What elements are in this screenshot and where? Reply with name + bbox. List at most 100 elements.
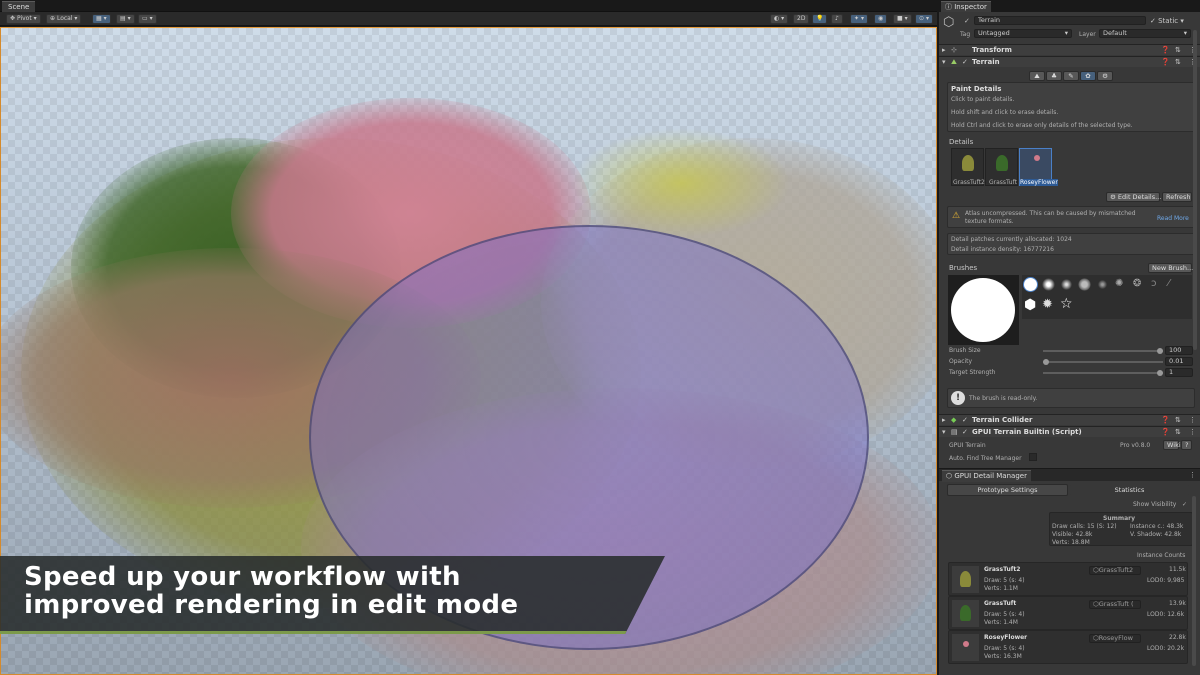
vshadow-text: V. Shadow: 42.8k <box>1130 531 1182 538</box>
inspector-tab[interactable]: ⓘ Inspector <box>941 1 991 12</box>
brush-swirl[interactable]: ↄ <box>1151 278 1157 289</box>
read-more-link[interactable]: Read More <box>1157 215 1189 222</box>
prototype-ref-field[interactable]: ⬡GrassTuft2 <box>1089 566 1141 575</box>
brush-burst[interactable]: ✹ <box>1042 297 1053 312</box>
terrain-component-header[interactable]: ▾ ⛰ ✓ Terrain ❓ ⇅ ⋮ <box>939 56 1200 67</box>
2d-toggle[interactable]: 2D <box>793 14 810 24</box>
help-icon[interactable]: ❓ <box>1161 428 1170 436</box>
instance-row-roseyflower[interactable]: RoseyFlower Draw: 5 (s: 4) Verts: 16.3M … <box>948 630 1188 664</box>
brush-size-slider[interactable] <box>1043 346 1163 356</box>
brush-splat[interactable]: ✺ <box>1115 278 1123 289</box>
target-strength-slider[interactable] <box>1043 368 1163 378</box>
paint-trees-tool[interactable]: ♣ <box>1046 71 1062 81</box>
instance-row-grasstuft[interactable]: GrassTuft Draw: 5 (s: 4) Verts: 1.4M ⬡Gr… <box>948 596 1188 630</box>
raise-terrain-tool[interactable]: ⛰ <box>1029 71 1045 81</box>
show-visibility-checkbox[interactable]: ✓ <box>1182 501 1187 508</box>
layer-value: Default <box>1103 29 1127 37</box>
menu-icon[interactable]: ⋮ <box>1189 428 1196 436</box>
paint-details-tool[interactable]: ✿ <box>1080 71 1096 81</box>
effects-toggle[interactable]: ✦ ▾ <box>850 14 868 24</box>
layer-dropdown[interactable]: Default ▾ <box>1099 29 1191 38</box>
refresh-button[interactable]: Refresh <box>1162 192 1192 202</box>
foldout-arrow-icon[interactable]: ▸ <box>942 416 946 424</box>
prototype-ref-field[interactable]: ⬡RoseyFlow <box>1089 634 1141 643</box>
lighting-toggle[interactable]: 💡 <box>812 14 828 24</box>
brush-faint[interactable] <box>1096 278 1109 291</box>
statistics-tab[interactable]: Statistics <box>1069 484 1190 496</box>
menu-icon[interactable]: ⋮ <box>1189 471 1196 479</box>
wiki-label: Wiki <box>1167 441 1181 449</box>
hidden-objects-toggle[interactable]: ◉ <box>874 14 888 24</box>
brush-hexagon[interactable]: ⬢ <box>1024 297 1036 313</box>
preset-icon[interactable]: ⇅ <box>1175 58 1181 66</box>
snap-settings-button[interactable]: ▭ ▾ <box>138 14 157 24</box>
brush-size-knob[interactable] <box>1157 348 1163 354</box>
detail-thumb-grasstuft[interactable]: GrassTuft <box>985 148 1018 186</box>
transform-component-header[interactable]: ▸ ⊹ Transform ❓ ⇅ ⋮ <box>939 44 1200 55</box>
help-button[interactable]: ? <box>1181 440 1192 450</box>
find-tree-manager-checkbox[interactable] <box>1029 453 1037 461</box>
audio-toggle[interactable]: ♪ <box>831 14 843 24</box>
brush-noise[interactable] <box>1078 278 1091 291</box>
eye-icon: ◉ <box>878 15 884 22</box>
brush-stroke[interactable]: ⁄ <box>1168 278 1170 289</box>
preset-icon[interactable]: ⇅ <box>1175 46 1181 54</box>
local-dropdown[interactable]: ⊕ Local ▾ <box>46 14 82 24</box>
inspector-scrollbar[interactable] <box>1193 30 1197 350</box>
instance-count: 13.9k <box>1169 600 1186 607</box>
opacity-field[interactable]: 0.01 <box>1165 357 1193 366</box>
object-name-field[interactable]: Terrain <box>974 16 1146 25</box>
menu-icon[interactable]: ⋮ <box>1189 416 1196 424</box>
tag-dropdown[interactable]: Untagged ▾ <box>974 29 1072 38</box>
detail-thumb-grasstuft2[interactable]: GrassTuft2 <box>951 148 985 186</box>
target-strength-field[interactable]: 1 <box>1165 368 1193 377</box>
gpui-script-header[interactable]: ▾ ▤ ✓ GPUI Terrain Builtin (Script) ❓ ⇅ … <box>939 426 1200 437</box>
foldout-arrow-icon[interactable]: ▾ <box>942 58 946 66</box>
help-icon[interactable]: ❓ <box>1161 46 1170 54</box>
brush-soft-circle[interactable] <box>1042 278 1055 291</box>
scene-tab[interactable]: Scene <box>2 1 36 12</box>
active-checkbox[interactable]: ✓ <box>964 17 970 25</box>
preset-icon[interactable]: ⇅ <box>1175 428 1181 436</box>
instance-lod: LOD0: 9,985 <box>1147 577 1185 584</box>
terrain-enabled-checkbox[interactable]: ✓ <box>962 58 968 66</box>
brush-star[interactable]: ☆ <box>1060 296 1073 312</box>
brush-small-soft[interactable] <box>1060 278 1073 291</box>
grid-snap-button[interactable]: ▦ ▾ <box>92 14 111 24</box>
collider-enabled-checkbox[interactable]: ✓ <box>962 416 968 424</box>
terrain-settings-tool[interactable]: ⚙ <box>1097 71 1113 81</box>
static-toggle[interactable]: ✓ Static ▾ <box>1150 17 1184 25</box>
instance-name: GrassTuft <box>984 600 1017 607</box>
target-strength-knob[interactable] <box>1157 370 1163 376</box>
foldout-arrow-icon[interactable]: ▾ <box>942 428 946 436</box>
detail-manager-tab[interactable]: ⬡ GPUI Detail Manager <box>942 470 1031 482</box>
new-brush-button[interactable]: New Brush... <box>1148 263 1193 273</box>
opacity-knob[interactable] <box>1043 359 1049 365</box>
gpui-enabled-checkbox[interactable]: ✓ <box>962 428 968 436</box>
detail-manager-scrollbar[interactable] <box>1192 496 1196 666</box>
opacity-value: 0.01 <box>1169 357 1184 365</box>
paint-trees-brush-tool[interactable]: ✎ <box>1063 71 1079 81</box>
detail-thumb-roseyflower[interactable]: RoseyFlower <box>1019 148 1058 186</box>
terrain-collider-header[interactable]: ▸ ◆ ✓ Terrain Collider ❓ ⇅ ⋮ <box>939 414 1200 425</box>
opacity-slider[interactable] <box>1043 357 1163 367</box>
brush-cloud[interactable]: ❂ <box>1133 278 1141 289</box>
help-icon[interactable]: ❓ <box>1161 416 1170 424</box>
instance-row-grasstuft2[interactable]: GrassTuft2 Draw: 5 (s: 4) Verts: 1.1M ⬡G… <box>948 562 1188 596</box>
brush-hard-circle[interactable] <box>1024 278 1037 291</box>
gizmos-button[interactable]: ⊙ ▾ <box>915 14 933 24</box>
camera-settings-button[interactable]: ■ ▾ <box>893 14 912 24</box>
pivot-dropdown[interactable]: ✥ Pivot ▾ <box>6 14 41 24</box>
wiki-button[interactable]: Wiki <box>1163 440 1181 450</box>
prototype-settings-tab[interactable]: Prototype Settings <box>947 484 1068 496</box>
snap-increment-button[interactable]: ▤ ▾ <box>116 14 135 24</box>
instance-name: GrassTuft2 <box>984 566 1021 573</box>
edit-details-button[interactable]: ⚙ Edit Details... <box>1106 192 1161 202</box>
preset-icon[interactable]: ⇅ <box>1175 416 1181 424</box>
foldout-arrow-icon[interactable]: ▸ <box>942 46 946 54</box>
draw-mode-button[interactable]: ◐ ▾ <box>770 14 789 24</box>
help-icon[interactable]: ❓ <box>1161 58 1170 66</box>
prototype-ref-field[interactable]: ⬡GrassTuft ( <box>1089 600 1141 609</box>
tag-value: Untagged <box>978 29 1010 37</box>
brush-size-field[interactable]: 100 <box>1165 346 1193 355</box>
